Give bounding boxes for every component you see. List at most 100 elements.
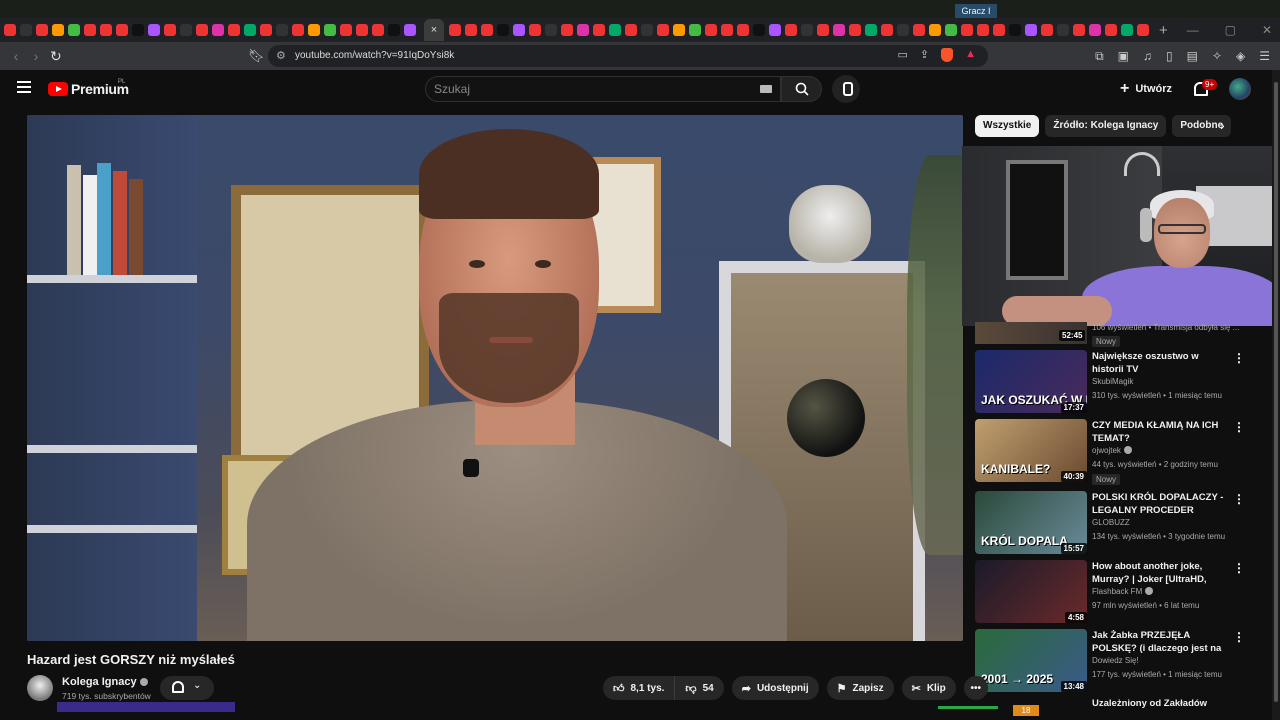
tab-favicon-icon[interactable] (196, 24, 208, 36)
channel-name[interactable]: Kolega Ignacy (62, 676, 148, 688)
tab-favicon-icon[interactable] (356, 24, 368, 36)
channel-link[interactable]: GLOBUZZ (1092, 518, 1130, 527)
media-icon[interactable]: ♫ (1143, 49, 1152, 64)
recommendation-item[interactable]: KANIBALE? 40:39 CZY MEDIA KŁAMIĄ NA ICH TE… (975, 419, 1265, 485)
tab-favicon-icon[interactable] (20, 24, 32, 36)
new-tab-icon[interactable]: + (1159, 22, 1168, 39)
tab-favicon-icon[interactable] (785, 24, 797, 36)
tab-favicon-icon[interactable] (340, 24, 352, 36)
url-field[interactable]: ⚙ youtube.com/watch?v=91IqDoYsi8k ▭ ⇪ ▲ (268, 45, 988, 67)
tab-favicon-icon[interactable] (180, 24, 192, 36)
tab-favicon-icon[interactable] (308, 24, 320, 36)
tab-favicon-icon[interactable] (961, 24, 973, 36)
channel-link[interactable]: Dowiedz Się! (1092, 656, 1139, 665)
recommendation-item[interactable]: KRÓL DOPALA 15:57 POLSKI KRÓL DOPALACZY - … (975, 491, 1265, 555)
tab-favicon-icon[interactable] (897, 24, 909, 36)
tab-favicon-icon[interactable] (801, 24, 813, 36)
tab-favicon-icon[interactable] (913, 24, 925, 36)
tab-favicon-icon[interactable] (324, 24, 336, 36)
tab-favicon-icon[interactable] (817, 24, 829, 36)
tab-favicon-icon[interactable] (513, 24, 525, 36)
tab-favicon-icon[interactable] (609, 24, 621, 36)
tab-favicon-icon[interactable] (641, 24, 653, 36)
video-title-link[interactable]: How about another joke, Murray? | Joker … (1092, 560, 1232, 586)
tab-favicon-icon[interactable] (705, 24, 717, 36)
tab-favicon-icon[interactable] (1073, 24, 1085, 36)
list-item[interactable]: 52:45 106 wyświetleń • Transmisja odbyła… (975, 322, 1265, 347)
tab-favicon-icon[interactable] (36, 24, 48, 36)
tab-favicon-icon[interactable] (577, 24, 589, 36)
video-title-link[interactable]: Największe oszustwo w historii TV (1092, 350, 1232, 376)
tab-favicon-icon[interactable] (1105, 24, 1117, 36)
tab-favicon-icon[interactable] (52, 24, 64, 36)
tab-favicon-icon[interactable] (100, 24, 112, 36)
youtube-premium-logo[interactable]: Premium PL (48, 79, 129, 97)
maximize-icon[interactable]: ▢ (1225, 18, 1236, 42)
tab-favicon-icon[interactable] (545, 24, 557, 36)
tab-favicon-icon[interactable] (212, 24, 224, 36)
more-actions-button[interactable]: ••• (963, 676, 988, 700)
account-avatar[interactable] (1229, 78, 1251, 100)
tab-close-icon[interactable]: × (424, 19, 444, 41)
subscription-bell-button[interactable]: ⌄ (160, 676, 214, 700)
forward-icon[interactable]: › (26, 48, 46, 64)
tab-favicon-icon[interactable] (993, 24, 1005, 36)
cutoff-title[interactable]: Uzależniony od Zakładów (1092, 698, 1207, 709)
tab-favicon-icon[interactable] (929, 24, 941, 36)
site-info-icon[interactable]: ⚙ (276, 49, 286, 62)
tab-favicon-icon[interactable] (465, 24, 477, 36)
tab-favicon-icon[interactable] (68, 24, 80, 36)
tab-favicon-icon[interactable] (1089, 24, 1101, 36)
create-button[interactable]: + Utwórz (1120, 80, 1172, 98)
kebab-menu-icon[interactable]: ⋮ (1233, 420, 1245, 434)
video-title-link[interactable]: Jak Żabka PRZEJĘŁA POLSKĘ? (i dlaczego j… (1092, 629, 1232, 655)
kebab-menu-icon[interactable]: ⋮ (1233, 561, 1245, 575)
share-icon[interactable]: ⇪ (920, 48, 929, 62)
tab-favicon-icon[interactable] (529, 24, 541, 36)
search-input[interactable]: Szukaj (425, 76, 781, 102)
tab-favicon-icon[interactable] (721, 24, 733, 36)
extensions-icon[interactable]: ⧉ (1095, 49, 1104, 64)
tab-favicon-icon[interactable] (625, 24, 637, 36)
guide-menu-icon[interactable] (17, 81, 31, 93)
tab-favicon-icon[interactable] (1025, 24, 1037, 36)
cast-icon[interactable]: ▭ (897, 48, 907, 62)
tab-favicon-icon[interactable] (1121, 24, 1133, 36)
screenshot-icon[interactable]: ▣ (1118, 49, 1129, 64)
dislike-button[interactable]: 👎︎ 54 (675, 676, 724, 700)
tab-favicon-icon[interactable] (769, 24, 781, 36)
kebab-menu-icon[interactable]: ⋮ (1233, 630, 1245, 644)
kebab-menu-icon[interactable]: ⋮ (1233, 351, 1245, 365)
tab-favicon-icon[interactable] (753, 24, 765, 36)
tab-favicon-icon[interactable] (481, 24, 493, 36)
channel-link[interactable]: Flashback FM (1092, 587, 1154, 596)
tab-favicon-icon[interactable] (228, 24, 240, 36)
chip-all[interactable]: Wszystkie (975, 115, 1040, 137)
channel-link[interactable]: SkubiMagik (1092, 377, 1133, 386)
tab-favicon-icon[interactable] (1041, 24, 1053, 36)
vpn-icon[interactable]: ◈ (1236, 49, 1245, 64)
save-button[interactable]: ⚑ Zapisz (826, 676, 894, 700)
tab-favicon-icon[interactable] (689, 24, 701, 36)
tab-favicon-icon[interactable] (404, 24, 416, 36)
voice-search-button[interactable] (832, 75, 860, 103)
wallet-icon[interactable]: ▤ (1187, 49, 1198, 64)
brave-shield-icon[interactable] (941, 48, 954, 62)
tab-favicon-icon[interactable] (372, 24, 384, 36)
tab-favicon-icon[interactable] (737, 24, 749, 36)
tab-favicon-icon[interactable] (84, 24, 96, 36)
tab-favicon-icon[interactable] (292, 24, 304, 36)
tab-favicon-icon[interactable] (833, 24, 845, 36)
tab-favicon-icon[interactable] (673, 24, 685, 36)
like-button[interactable]: 👍︎ 8,1 tys. (603, 676, 676, 700)
tab-favicon-icon[interactable] (244, 24, 256, 36)
bookmark-icon[interactable]: 🔖︎ (248, 48, 265, 64)
tab-favicon-icon[interactable] (865, 24, 877, 36)
tab-favicon-icon[interactable] (849, 24, 861, 36)
scrollbar[interactable] (1272, 70, 1280, 720)
brave-rewards-icon[interactable]: ▲ (965, 48, 976, 62)
video-player[interactable] (27, 115, 963, 641)
minimize-icon[interactable]: — (1187, 18, 1199, 42)
tab-favicon-icon[interactable] (561, 24, 573, 36)
tab-favicon-icon[interactable] (132, 24, 144, 36)
